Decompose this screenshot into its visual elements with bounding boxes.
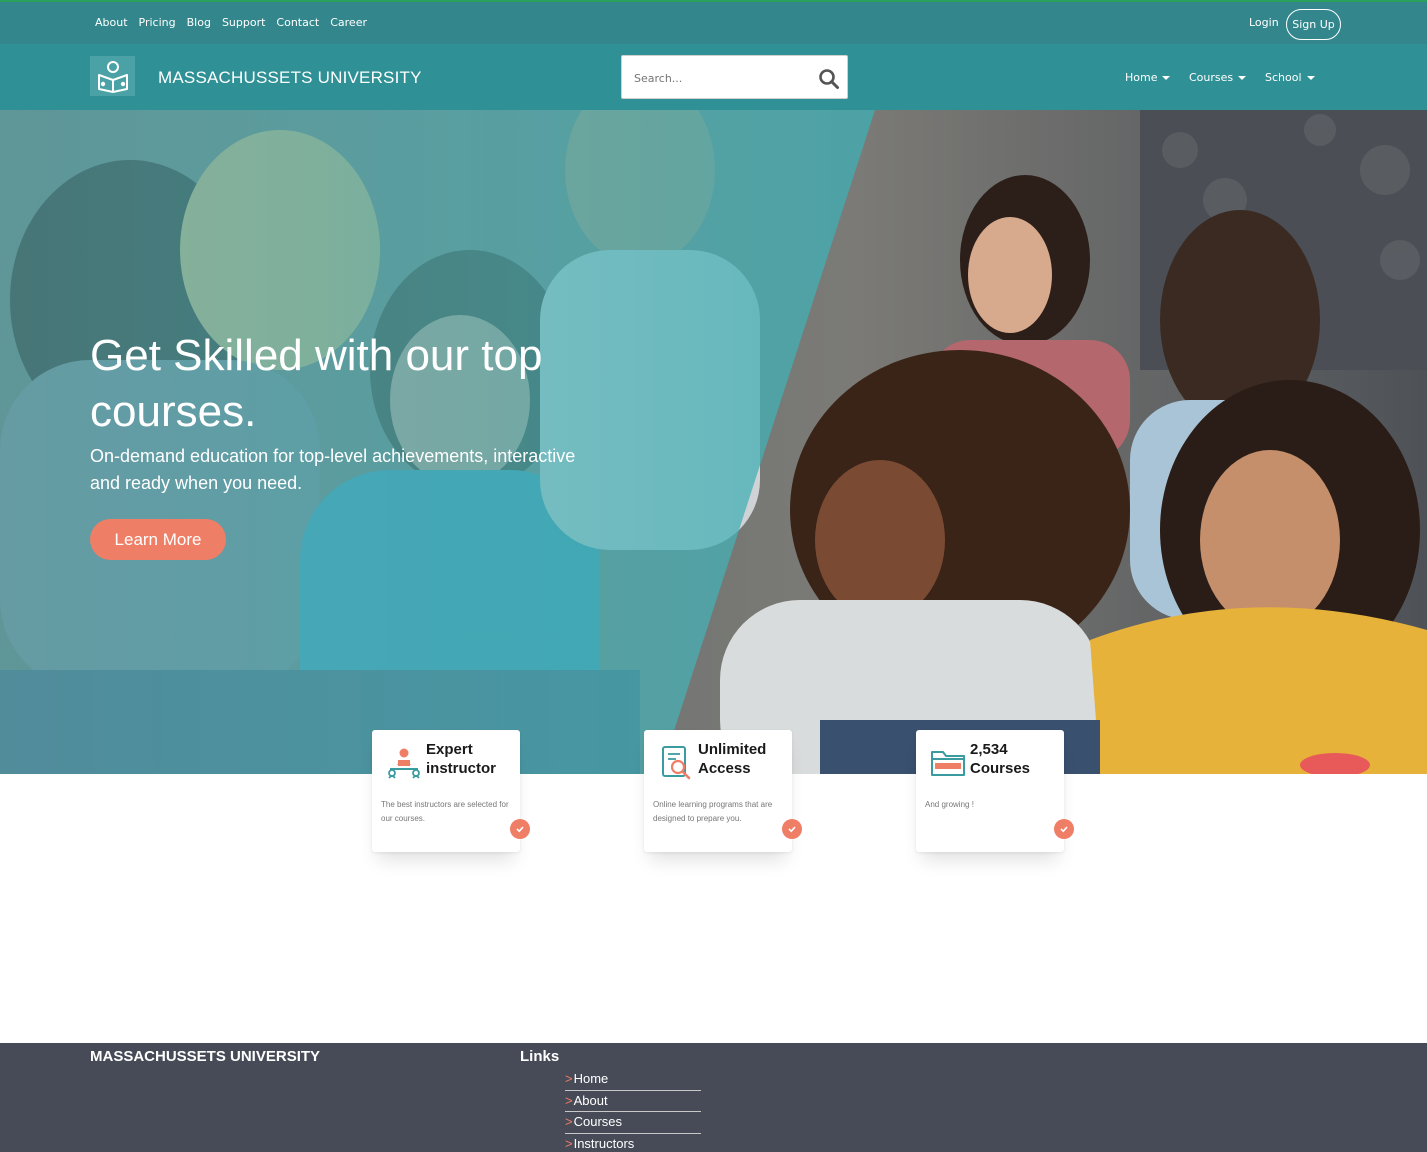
footer-link-about[interactable]: > About xyxy=(565,1091,701,1112)
nav-home[interactable]: Home xyxy=(1125,71,1171,84)
learn-more-button[interactable]: Learn More xyxy=(90,519,226,560)
instructor-icon xyxy=(388,748,420,779)
chevron-right-icon: > xyxy=(565,1135,573,1151)
top-link-about[interactable]: About xyxy=(95,16,128,29)
signup-button[interactable]: Sign Up xyxy=(1286,9,1341,40)
footer-link-label: Instructors xyxy=(573,1135,635,1151)
check-icon xyxy=(510,819,530,839)
folder-icon xyxy=(931,751,965,776)
footer: MASSACHUSSETS UNIVERSITY Links > Home > Ab… xyxy=(0,1043,1427,1152)
footer-link-instructors[interactable]: > Instructors xyxy=(565,1134,701,1152)
main-nav: MASSACHUSSETS UNIVERSITY Home Courses Sc… xyxy=(0,44,1427,110)
footer-link-courses[interactable]: > Courses xyxy=(565,1112,701,1134)
brand-name[interactable]: MASSACHUSSETS UNIVERSITY xyxy=(158,68,422,88)
logo[interactable] xyxy=(90,56,135,96)
login-link[interactable]: Login xyxy=(1249,16,1279,29)
hero-title: Get Skilled with our top courses. xyxy=(90,331,543,436)
hero-photo-students xyxy=(0,110,1427,774)
chevron-down-icon xyxy=(1306,75,1315,80)
top-bar: About Pricing Blog Support Contact Caree… xyxy=(0,0,1427,44)
feature-desc: The best instructors are selected for ou… xyxy=(381,800,509,823)
top-link-contact[interactable]: Contact xyxy=(276,16,319,29)
feature-card-instructor[interactable]: Expert instructor The best instructors a… xyxy=(372,730,530,852)
top-links: About Pricing Blog Support Contact Caree… xyxy=(95,16,378,29)
top-link-support[interactable]: Support xyxy=(222,16,265,29)
feature-title: Expert instructor xyxy=(426,741,497,777)
chevron-down-icon xyxy=(1238,75,1247,80)
footer-link-label: Courses xyxy=(573,1114,623,1129)
footer-brand: MASSACHUSSETS UNIVERSITY xyxy=(90,1048,321,1065)
feature-card-access[interactable]: Unlimited Access Online learning program… xyxy=(644,730,802,852)
nav-school[interactable]: School xyxy=(1265,71,1315,84)
check-icon xyxy=(1054,819,1074,839)
hero-subtitle: On-demand education for top-level achiev… xyxy=(90,446,576,493)
footer-links-list: > Home > About > Courses > Instructors xyxy=(565,1069,701,1152)
footer-link-label: Home xyxy=(573,1071,609,1086)
top-link-pricing[interactable]: Pricing xyxy=(139,16,176,29)
chevron-right-icon: > xyxy=(565,1114,573,1129)
feature-desc: And growing ! xyxy=(925,800,974,809)
top-link-blog[interactable]: Blog xyxy=(187,16,211,29)
hero-section: Get Skilled with our top courses. On-dem… xyxy=(0,110,1427,774)
search-box xyxy=(621,55,848,99)
nav-home-label: Home xyxy=(1125,71,1158,84)
footer-links-title: Links xyxy=(520,1048,560,1065)
nav-school-label: School xyxy=(1265,71,1302,84)
check-icon xyxy=(782,819,802,839)
chevron-down-icon xyxy=(1162,75,1171,80)
nav-courses[interactable]: Courses xyxy=(1189,71,1247,84)
feature-card-courses[interactable]: 2,534 Courses And growing ! xyxy=(916,730,1074,852)
feature-title: 2,534 Courses xyxy=(970,741,1031,777)
top-link-career[interactable]: Career xyxy=(330,16,367,29)
feature-desc: Online learning programs that are design… xyxy=(653,800,773,823)
footer-link-label: About xyxy=(573,1092,608,1108)
certificate-icon xyxy=(662,746,691,780)
search-icon[interactable] xyxy=(818,68,840,90)
search-input[interactable] xyxy=(634,68,804,88)
reader-logo-icon xyxy=(97,61,128,93)
nav-courses-label: Courses xyxy=(1189,71,1234,84)
feature-title: Unlimited Access xyxy=(698,741,767,777)
chevron-right-icon: > xyxy=(565,1092,573,1108)
chevron-right-icon: > xyxy=(565,1071,573,1086)
footer-link-home[interactable]: > Home xyxy=(565,1069,701,1091)
